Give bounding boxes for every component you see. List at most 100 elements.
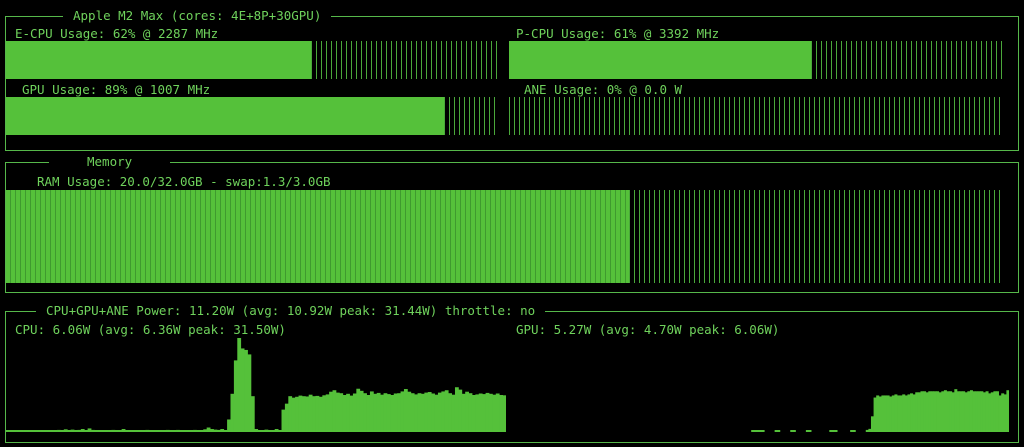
gpu-power-bar xyxy=(917,392,921,432)
cpu-power-bar xyxy=(199,430,204,432)
cpu-power-bar xyxy=(50,430,55,432)
ecpu-usage-gauge xyxy=(6,41,498,79)
ane-usage-empty-ticks xyxy=(509,97,1004,135)
gpu-power-bar xyxy=(870,416,874,432)
cpu-power-bar xyxy=(359,390,364,432)
cpu-power-bar xyxy=(264,429,269,432)
gpu-power-bar xyxy=(902,394,906,432)
cpu-power-bar xyxy=(216,429,221,432)
cpu-power-bar xyxy=(499,395,503,432)
cpu-power-bar xyxy=(386,394,391,432)
gpu-power-bar xyxy=(964,392,968,432)
cpu-power-bar xyxy=(471,395,476,432)
cpu-power-bar xyxy=(247,354,252,432)
cpu-power-bar xyxy=(257,430,262,432)
cpu-power-bar xyxy=(165,429,170,432)
cpu-power-bar xyxy=(172,430,177,432)
gpu-usage-label: GPU Usage: 89% @ 1007 MHz xyxy=(22,82,211,97)
cpu-power-bar xyxy=(502,395,506,432)
cpu-power-bar xyxy=(261,430,265,432)
cpu-power-bar xyxy=(495,393,500,432)
pcpu-usage-empty-ticks xyxy=(811,41,1004,79)
cpu-power-bar xyxy=(176,429,180,432)
cpu-power-bar xyxy=(108,430,112,432)
cpu-power-bar xyxy=(74,430,78,432)
cpu-power-bar xyxy=(43,430,48,432)
cpu-power-bar xyxy=(118,430,123,432)
gpu-power-bar xyxy=(873,397,877,432)
gpu-power-bar xyxy=(980,391,984,432)
gpu-power-bar xyxy=(792,430,796,432)
gpu-power-bar xyxy=(904,395,908,432)
cpu-power-bar xyxy=(138,430,143,432)
cpu-power-bar xyxy=(342,395,347,432)
cpu-power-bar xyxy=(349,395,354,432)
cpu-power-bar xyxy=(114,430,119,432)
cpu-power-bar xyxy=(182,430,187,432)
ecpu-usage-fill xyxy=(6,41,311,79)
gpu-power-bar xyxy=(998,395,1002,432)
cpu-power-bar xyxy=(451,394,456,432)
power-panel-title: CPU+GPU+ANE Power: 11.20W (avg: 10.92W p… xyxy=(36,303,546,319)
cpu-power-bar xyxy=(135,430,140,432)
gpu-power-bar xyxy=(969,390,973,432)
gpu-power-sparkline xyxy=(751,389,1009,432)
cpu-power-bar xyxy=(427,392,432,432)
gpu-power-bar xyxy=(1006,390,1009,432)
gpu-power-bar xyxy=(977,391,981,432)
gpu-power-bar xyxy=(907,394,911,432)
gpu-power-bar xyxy=(753,430,757,432)
cpu-power-bar xyxy=(33,430,38,432)
gpu-power-bar xyxy=(878,396,882,432)
ram-usage-fill xyxy=(6,190,629,283)
gpu-power-bar xyxy=(928,391,932,432)
cpu-power-sparkline xyxy=(6,338,506,432)
memory-panel: Memory RAM Usage: 20.0/32.0GB - swap:1.3… xyxy=(5,154,1019,293)
cpu-power-bar xyxy=(16,430,20,432)
cpu-power-bar xyxy=(485,392,490,432)
gpu-power-bar xyxy=(834,430,838,432)
pcpu-usage-fill xyxy=(509,41,811,79)
cpu-power-bar xyxy=(36,430,41,432)
gpu-power-bar xyxy=(756,430,760,432)
cpu-power-bar xyxy=(189,430,194,432)
cpu-power-bar xyxy=(373,393,378,432)
cpu-power-bar xyxy=(67,430,72,432)
cpu-power-bar xyxy=(111,429,116,432)
ram-usage-empty-ticks xyxy=(629,190,1002,283)
cpu-power-bar xyxy=(60,430,65,432)
cpu-power-bar xyxy=(223,430,228,432)
cpu-power-bar xyxy=(329,391,333,432)
cpu-power-bar xyxy=(284,403,289,432)
cpu-power-bar xyxy=(142,430,146,432)
cpu-power-bar xyxy=(23,430,27,432)
cpu-power-bar xyxy=(128,430,133,432)
cpu-power-bar xyxy=(305,396,310,432)
cpu-power-bar xyxy=(121,429,126,432)
cpu-power-bar xyxy=(169,430,174,432)
cpu-power-bar xyxy=(278,430,282,432)
cpu-power-bar xyxy=(77,429,82,432)
gpu-power-bar xyxy=(988,393,992,432)
cpu-power-bar xyxy=(80,429,85,432)
gpu-power-bar xyxy=(959,391,963,432)
cpu-power-bar xyxy=(335,392,340,432)
cpu-power-bar xyxy=(291,397,296,432)
gpu-power-bar xyxy=(930,391,934,432)
cpu-power-bar xyxy=(420,393,425,432)
gpu-power-bar xyxy=(993,391,997,432)
cpu-power-bar xyxy=(155,430,160,432)
cpu-power-bar xyxy=(26,430,31,432)
gpu-power-bar xyxy=(777,430,781,432)
cpu-power-bar xyxy=(230,393,235,432)
gpu-power-bar xyxy=(923,391,927,432)
cpu-power-bar xyxy=(414,394,418,432)
gpu-power-bar xyxy=(990,392,994,432)
cpu-power-bar xyxy=(9,430,14,432)
cpu-power-bar xyxy=(315,395,320,432)
ecpu-usage-empty-ticks xyxy=(311,41,498,79)
ane-usage-gauge xyxy=(509,97,1004,135)
cpu-power-bar xyxy=(220,429,225,432)
gpu-power-bar xyxy=(1003,394,1007,432)
cpu-power-bar xyxy=(431,393,435,432)
